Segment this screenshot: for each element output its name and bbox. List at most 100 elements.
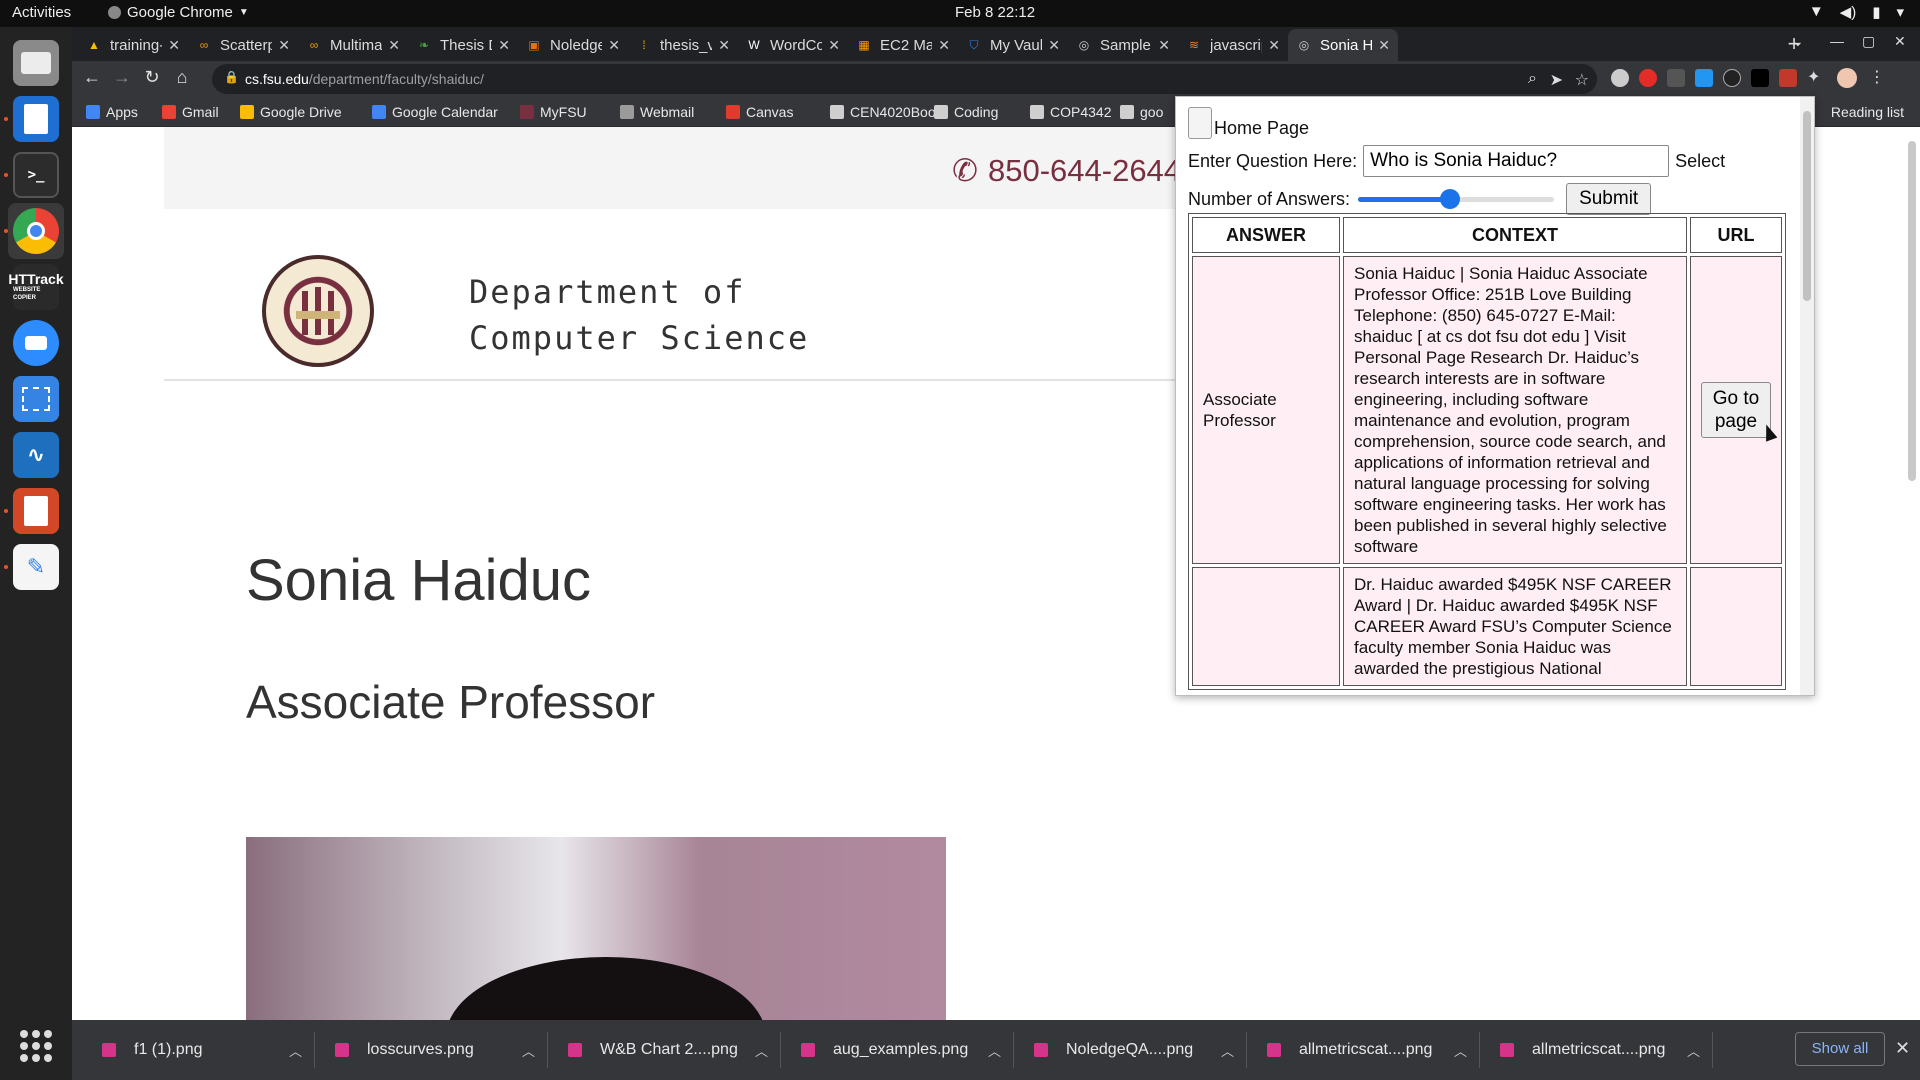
browser-tab[interactable]: ◎ Sample Co ✕ [1068, 29, 1178, 61]
dock-terminal[interactable]: >_ [4, 147, 64, 203]
dock-screenshot[interactable] [8, 371, 64, 427]
popup-scrollbar-thumb[interactable] [1803, 111, 1811, 301]
browser-tab[interactable]: W WordCour ✕ [738, 29, 848, 61]
close-tab-icon[interactable]: ✕ [1158, 37, 1170, 54]
dock-monitor[interactable]: ∿ [8, 427, 64, 483]
adblock-extension-icon[interactable] [1639, 69, 1657, 87]
download-item[interactable]: aug_examples.png ︿ [781, 1020, 1013, 1080]
dark-mode-extension-icon[interactable] [1611, 69, 1629, 87]
slider-handle[interactable] [1440, 189, 1461, 209]
close-tab-icon[interactable]: ✕ [498, 37, 510, 54]
close-tab-icon[interactable]: ✕ [278, 37, 290, 54]
download-menu-chevron-icon[interactable]: ︿ [522, 1041, 535, 1060]
close-tab-icon[interactable]: ✕ [1378, 37, 1390, 54]
show-all-downloads-button[interactable]: Show all [1795, 1032, 1885, 1066]
forward-button[interactable]: → [110, 67, 134, 88]
fsu-seal-logo[interactable] [262, 255, 374, 367]
go-to-page-button[interactable]: Go to page [1701, 382, 1771, 438]
close-tab-icon[interactable]: ✕ [388, 37, 400, 54]
dock-text-editor[interactable]: ✎ [4, 539, 64, 595]
close-window-button[interactable]: ✕ [1894, 33, 1906, 50]
close-tab-icon[interactable]: ✕ [938, 37, 950, 54]
download-menu-chevron-icon[interactable]: ︿ [988, 1041, 1001, 1060]
system-tray[interactable]: ▼ ◀) ▮ ▾ [1809, 3, 1904, 21]
bookmark-item[interactable]: Coding [934, 104, 998, 120]
dock-zoom[interactable] [8, 315, 64, 371]
submit-button[interactable]: Submit [1566, 183, 1652, 215]
close-tab-icon[interactable]: ✕ [718, 37, 730, 54]
question-input[interactable] [1363, 145, 1670, 177]
bookmark-item[interactable]: goo [1120, 104, 1163, 120]
home-page-option[interactable]: Home Page [1188, 107, 1309, 139]
browser-tab[interactable]: ❧ Thesis Dra ✕ [408, 29, 518, 61]
activities-button[interactable]: Activities [12, 4, 71, 21]
dock-writer[interactable] [4, 91, 64, 147]
download-item[interactable]: allmetricscat....png ︿ [1480, 1020, 1712, 1080]
bookmark-item[interactable]: Gmail [162, 104, 219, 120]
download-item[interactable]: allmetricscat....png ︿ [1247, 1020, 1479, 1080]
back-button[interactable]: ← [80, 67, 104, 88]
download-menu-chevron-icon[interactable]: ︿ [1221, 1041, 1234, 1060]
bookmark-item[interactable]: Webmail [620, 104, 694, 120]
profile-avatar[interactable] [1837, 68, 1857, 88]
bookmark-item[interactable]: CEN4020Book [830, 104, 943, 120]
browser-tab[interactable]: ≋ javascript ✕ [1178, 29, 1288, 61]
download-menu-chevron-icon[interactable]: ︿ [1687, 1041, 1700, 1060]
bookmark-item[interactable]: Google Drive [240, 104, 342, 120]
browser-tab[interactable]: ◎ Sonia Hai ✕ [1288, 29, 1398, 61]
download-menu-chevron-icon[interactable]: ︿ [1454, 1041, 1467, 1060]
page-scrollbar[interactable] [1908, 131, 1916, 1011]
dock-impress[interactable] [4, 483, 64, 539]
reading-list[interactable]: Reading list [1831, 104, 1904, 120]
close-downloads-icon[interactable]: ✕ [1895, 1038, 1910, 1059]
bookmark-star-icon[interactable]: ☆ [1575, 70, 1589, 90]
close-tab-icon[interactable]: ✕ [608, 37, 620, 54]
extension-icon[interactable] [1723, 69, 1741, 87]
extension-icon[interactable] [1695, 69, 1713, 87]
download-menu-chevron-icon[interactable]: ︿ [755, 1041, 768, 1060]
bookmark-item[interactable]: Google Calendar [372, 104, 498, 120]
address-bar[interactable]: 🔒 cs.fsu.edu/department/faculty/shaiduc/… [212, 64, 1597, 94]
tab-search-icon[interactable]: ⌄ [1792, 33, 1804, 50]
close-tab-icon[interactable]: ✕ [828, 37, 840, 54]
close-tab-icon[interactable]: ✕ [1268, 37, 1280, 54]
browser-tab[interactable]: ⁞ thesis_v3 ✕ [628, 29, 738, 61]
close-tab-icon[interactable]: ✕ [1048, 37, 1060, 54]
extension-icon[interactable] [1751, 69, 1769, 87]
clock[interactable]: Feb 8 22:12 [955, 4, 1035, 21]
browser-tab[interactable]: ∞ Scatterplo ✕ [188, 29, 298, 61]
download-item[interactable]: f1 (1).png ︿ [82, 1020, 314, 1080]
maximize-button[interactable]: ▢ [1862, 33, 1875, 50]
extension-icon[interactable] [1779, 69, 1797, 87]
show-applications-icon[interactable] [20, 1030, 52, 1062]
browser-tab[interactable]: ▣ NoledgeQ ✕ [518, 29, 628, 61]
download-item[interactable]: NoledgeQA....png ︿ [1014, 1020, 1246, 1080]
num-answers-slider[interactable] [1358, 189, 1555, 209]
zoom-icon[interactable]: ⌕ [1528, 70, 1537, 88]
home-button[interactable]: ⌂ [170, 67, 194, 88]
bookmark-item[interactable]: Apps [86, 104, 138, 120]
dock-httrack[interactable]: HTTrack WEBSITE COPIER [8, 259, 64, 315]
download-item[interactable]: W&B Chart 2....png ︿ [548, 1020, 780, 1080]
download-menu-chevron-icon[interactable]: ︿ [289, 1041, 302, 1060]
reload-button[interactable]: ↻ [140, 67, 164, 88]
bookmark-item[interactable]: Canvas [726, 104, 793, 120]
select-label[interactable]: Select [1675, 151, 1725, 172]
app-menu[interactable]: Google Chrome ▼ [108, 4, 249, 21]
send-tab-icon[interactable]: ➤ [1550, 70, 1563, 90]
page-scrollbar-thumb[interactable] [1908, 141, 1916, 481]
extensions-puzzle-icon[interactable]: ✦ [1807, 67, 1820, 87]
phone-link[interactable]: ✆ 850-644-2644 [952, 153, 1181, 189]
popup-scrollbar[interactable] [1800, 97, 1814, 695]
browser-tab[interactable]: ▲ training-d ✕ [78, 29, 188, 61]
browser-tab[interactable]: ∞ Multimark ✕ [298, 29, 408, 61]
department-wordmark[interactable]: Department of Computer Science [469, 269, 809, 361]
browser-tab[interactable]: ▦ EC2 Mana ✕ [848, 29, 958, 61]
download-item[interactable]: losscurves.png ︿ [315, 1020, 547, 1080]
dock-files[interactable] [8, 35, 64, 91]
home-page-checkbox[interactable] [1188, 107, 1212, 139]
bookmark-item[interactable]: MyFSU [520, 104, 587, 120]
chrome-menu-icon[interactable]: ⋮ [1869, 67, 1885, 87]
extension-icon[interactable] [1667, 69, 1685, 87]
minimize-button[interactable]: — [1830, 33, 1844, 49]
